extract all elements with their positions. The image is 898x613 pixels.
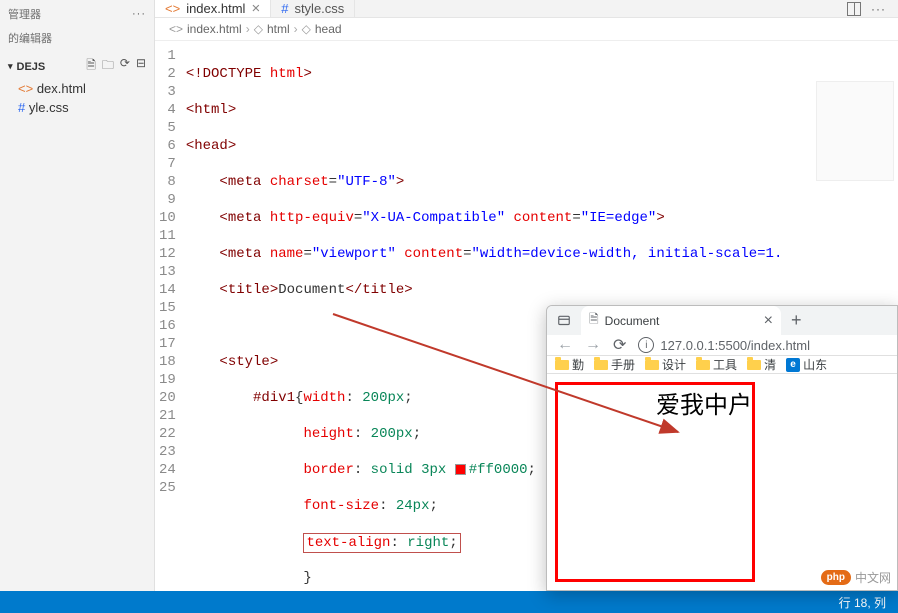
new-tab-button[interactable]: + xyxy=(787,310,806,331)
new-file-icon[interactable]: 🗎 xyxy=(86,56,96,77)
watermark: php 中文网 xyxy=(821,569,891,586)
browser-tab-strip: 🗎 Document × + xyxy=(547,306,897,335)
folder-icon xyxy=(747,360,761,370)
preview-text: 爱我中户 xyxy=(656,392,752,419)
bookmarks-bar: 勤 手册 设计 工具 清 e山东 xyxy=(547,356,897,374)
more-icon[interactable]: ··· xyxy=(132,8,146,20)
open-editors-label: 的编辑器 xyxy=(0,28,154,50)
color-swatch xyxy=(455,464,466,475)
line-gutter: 1234567891011121314151617181920212223242… xyxy=(155,41,186,591)
reload-button[interactable]: ⟳ xyxy=(613,335,626,355)
tab-label: style.css xyxy=(294,1,344,16)
tag-icon: ◇ xyxy=(302,22,311,36)
browser-tab[interactable]: 🗎 Document × xyxy=(581,306,781,335)
browser-window: 🗎 Document × + ← → ⟳ i 127.0.0.1:5500/in… xyxy=(546,305,898,591)
minimap[interactable] xyxy=(816,81,894,181)
cursor-position[interactable]: 行 18, 列 xyxy=(839,594,886,611)
bookmark-item[interactable]: 勤 xyxy=(555,356,584,373)
folder-icon xyxy=(645,360,659,370)
preview-div1: 爱我中户 xyxy=(555,382,755,582)
breadcrumb-item[interactable]: head xyxy=(315,22,342,36)
tab-search-icon[interactable] xyxy=(553,310,575,332)
chevron-right-icon: › xyxy=(294,22,298,36)
collapse-icon[interactable]: ⊟ xyxy=(136,56,146,77)
file-item-css[interactable]: # yle.css xyxy=(0,98,154,117)
url-text: 127.0.0.1:5500/index.html xyxy=(660,338,810,353)
close-icon[interactable]: × xyxy=(251,0,260,17)
forward-button[interactable]: → xyxy=(585,336,601,354)
bookmark-item[interactable]: 设计 xyxy=(645,356,686,373)
file-label: dex.html xyxy=(37,81,86,96)
bookmark-item[interactable]: 手册 xyxy=(594,356,635,373)
explorer-sidebar: 管理器 ··· 的编辑器 ▾ DEJS 🗎 🗀 ⟳ ⊟ xyxy=(0,0,155,591)
folder-icon xyxy=(696,360,710,370)
html-file-icon: <> xyxy=(169,22,183,36)
css-icon: # xyxy=(281,1,288,16)
tab-index-html[interactable]: <> index.html × xyxy=(155,0,271,17)
address-bar[interactable]: i 127.0.0.1:5500/index.html xyxy=(638,337,810,353)
site-info-icon[interactable]: i xyxy=(638,337,654,353)
html-icon: <> xyxy=(165,1,180,16)
bookmark-item[interactable]: 工具 xyxy=(696,356,737,373)
back-button[interactable]: ← xyxy=(557,336,573,354)
close-tab-icon[interactable]: × xyxy=(764,312,773,330)
browser-toolbar: ← → ⟳ i 127.0.0.1:5500/index.html xyxy=(547,335,897,356)
explorer-title: 管理器 xyxy=(8,6,41,22)
status-bar: 行 18, 列 xyxy=(0,591,898,613)
editor-tabs: <> index.html × # style.css ··· xyxy=(155,0,898,18)
bookmark-item[interactable]: 清 xyxy=(747,356,776,373)
edge-icon: e xyxy=(786,358,800,372)
tab-label: index.html xyxy=(186,1,245,16)
browser-viewport: 爱我中户 php 中文网 xyxy=(547,374,897,590)
more-actions-icon[interactable]: ··· xyxy=(871,2,886,16)
file-label: yle.css xyxy=(29,100,69,115)
bookmark-item[interactable]: e山东 xyxy=(786,356,827,373)
split-editor-icon[interactable] xyxy=(847,2,861,16)
new-folder-icon[interactable]: 🗀 xyxy=(102,56,114,77)
refresh-icon[interactable]: ⟳ xyxy=(120,56,130,77)
chevron-down-icon[interactable]: ▾ xyxy=(8,61,13,72)
breadcrumb[interactable]: <> index.html › ◇ html › ◇ head xyxy=(155,18,898,41)
watermark-badge: php xyxy=(821,570,851,585)
tab-style-css[interactable]: # style.css xyxy=(271,0,355,17)
project-name: DEJS xyxy=(17,61,46,73)
file-item-html[interactable]: <> dex.html xyxy=(0,79,154,98)
breadcrumb-item[interactable]: html xyxy=(267,22,290,36)
css-file-icon: # xyxy=(18,100,25,115)
folder-icon xyxy=(594,360,608,370)
tab-title: Document xyxy=(605,314,660,328)
html-file-icon: <> xyxy=(18,81,33,96)
watermark-text: 中文网 xyxy=(855,569,891,586)
chevron-right-icon: › xyxy=(246,22,250,36)
document-icon: 🗎 xyxy=(589,310,599,331)
tag-icon: ◇ xyxy=(254,22,263,36)
breadcrumb-item[interactable]: index.html xyxy=(187,22,242,36)
folder-icon xyxy=(555,360,569,370)
